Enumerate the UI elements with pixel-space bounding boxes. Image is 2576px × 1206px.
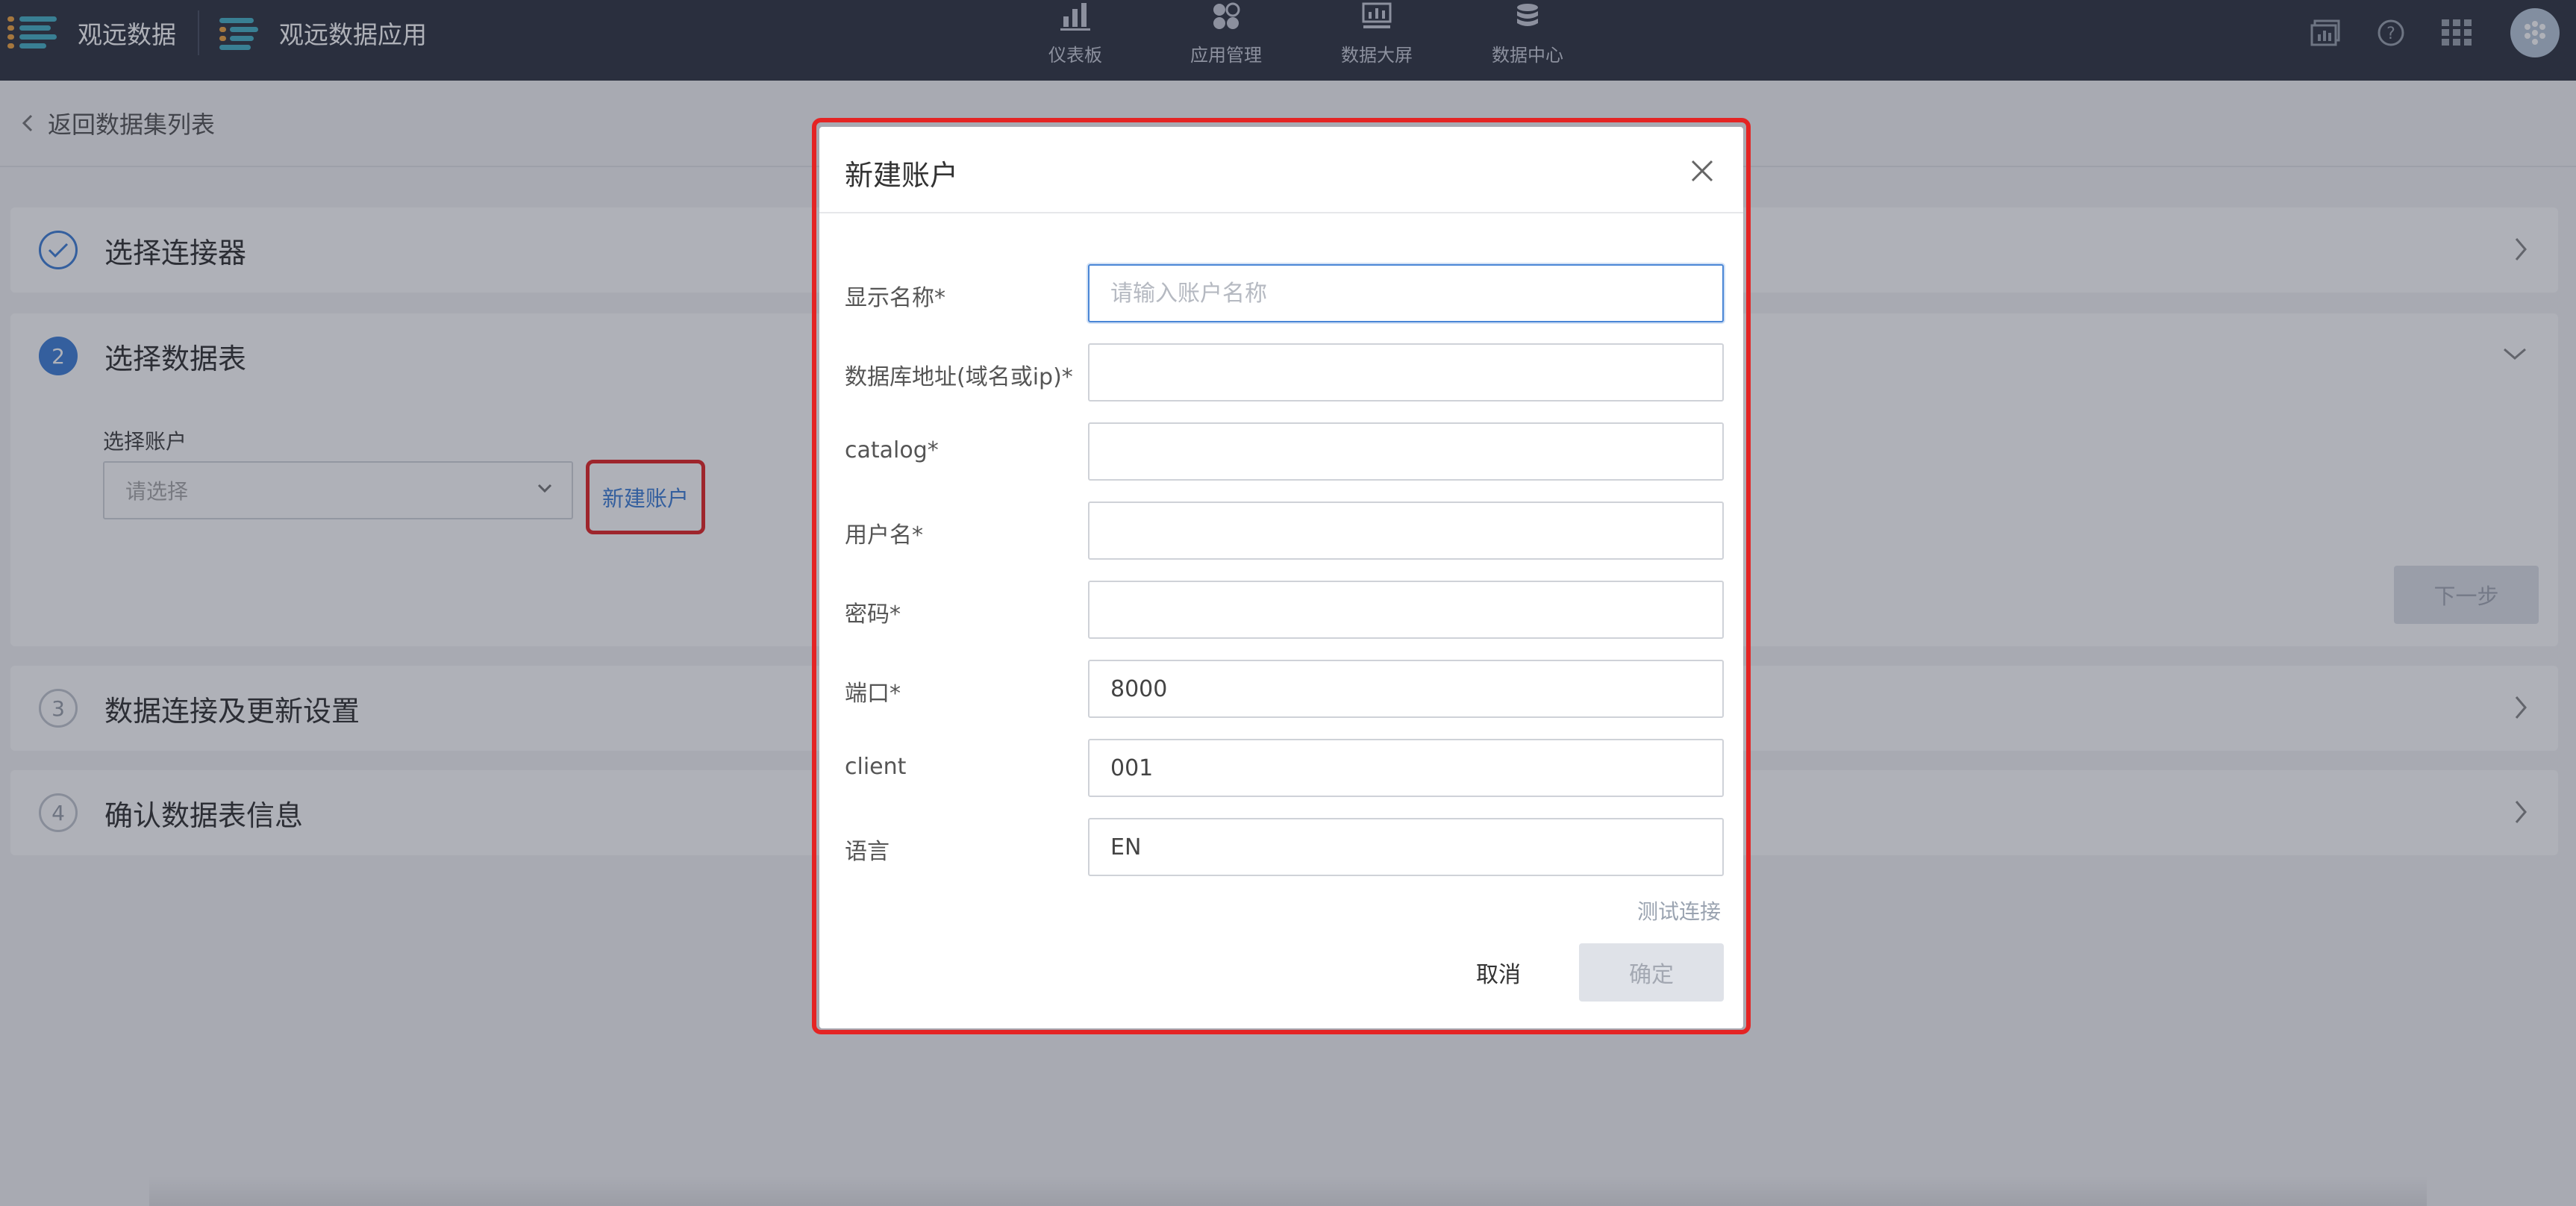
- language-input[interactable]: [1088, 818, 1724, 876]
- cancel-button[interactable]: 取消: [1439, 943, 1558, 1002]
- field-label: 显示名称*: [845, 285, 945, 311]
- client-input[interactable]: [1088, 739, 1724, 797]
- password-input[interactable]: [1088, 581, 1724, 639]
- field-row-db-address: 数据库地址(域名或ip)*: [845, 343, 1724, 402]
- catalog-input[interactable]: [1088, 422, 1724, 481]
- field-row-catalog: catalog*: [845, 422, 1724, 481]
- field-row-display-name: 显示名称*: [845, 264, 1724, 322]
- field-label: 用户名*: [845, 522, 923, 549]
- field-row-password: 密码*: [845, 581, 1724, 639]
- field-label: client: [845, 754, 907, 780]
- db-address-input[interactable]: [1088, 343, 1724, 402]
- field-label: catalog*: [845, 437, 939, 463]
- confirm-button[interactable]: 确定: [1579, 943, 1724, 1002]
- field-label: 数据库地址(域名或ip)*: [845, 364, 1073, 390]
- close-icon[interactable]: [1689, 158, 1715, 184]
- test-connection-link[interactable]: 测试连接: [1637, 896, 1721, 925]
- field-row-language: 语言: [845, 818, 1724, 876]
- username-input[interactable]: [1088, 502, 1724, 560]
- field-label: 端口*: [845, 681, 901, 707]
- display-name-input[interactable]: [1088, 264, 1724, 322]
- new-account-dialog: 新建账户 显示名称* 数据库地址(域名或ip)* catalog* 用户名* 密…: [819, 127, 1743, 1028]
- field-row-username: 用户名*: [845, 502, 1724, 560]
- field-label: 语言: [845, 839, 890, 865]
- port-input[interactable]: [1088, 660, 1724, 718]
- field-label: 密码*: [845, 602, 901, 628]
- field-row-port: 端口*: [845, 660, 1724, 718]
- field-row-client: client: [845, 739, 1724, 797]
- dialog-header: 新建账户: [819, 127, 1743, 213]
- dialog-title: 新建账户: [845, 159, 959, 192]
